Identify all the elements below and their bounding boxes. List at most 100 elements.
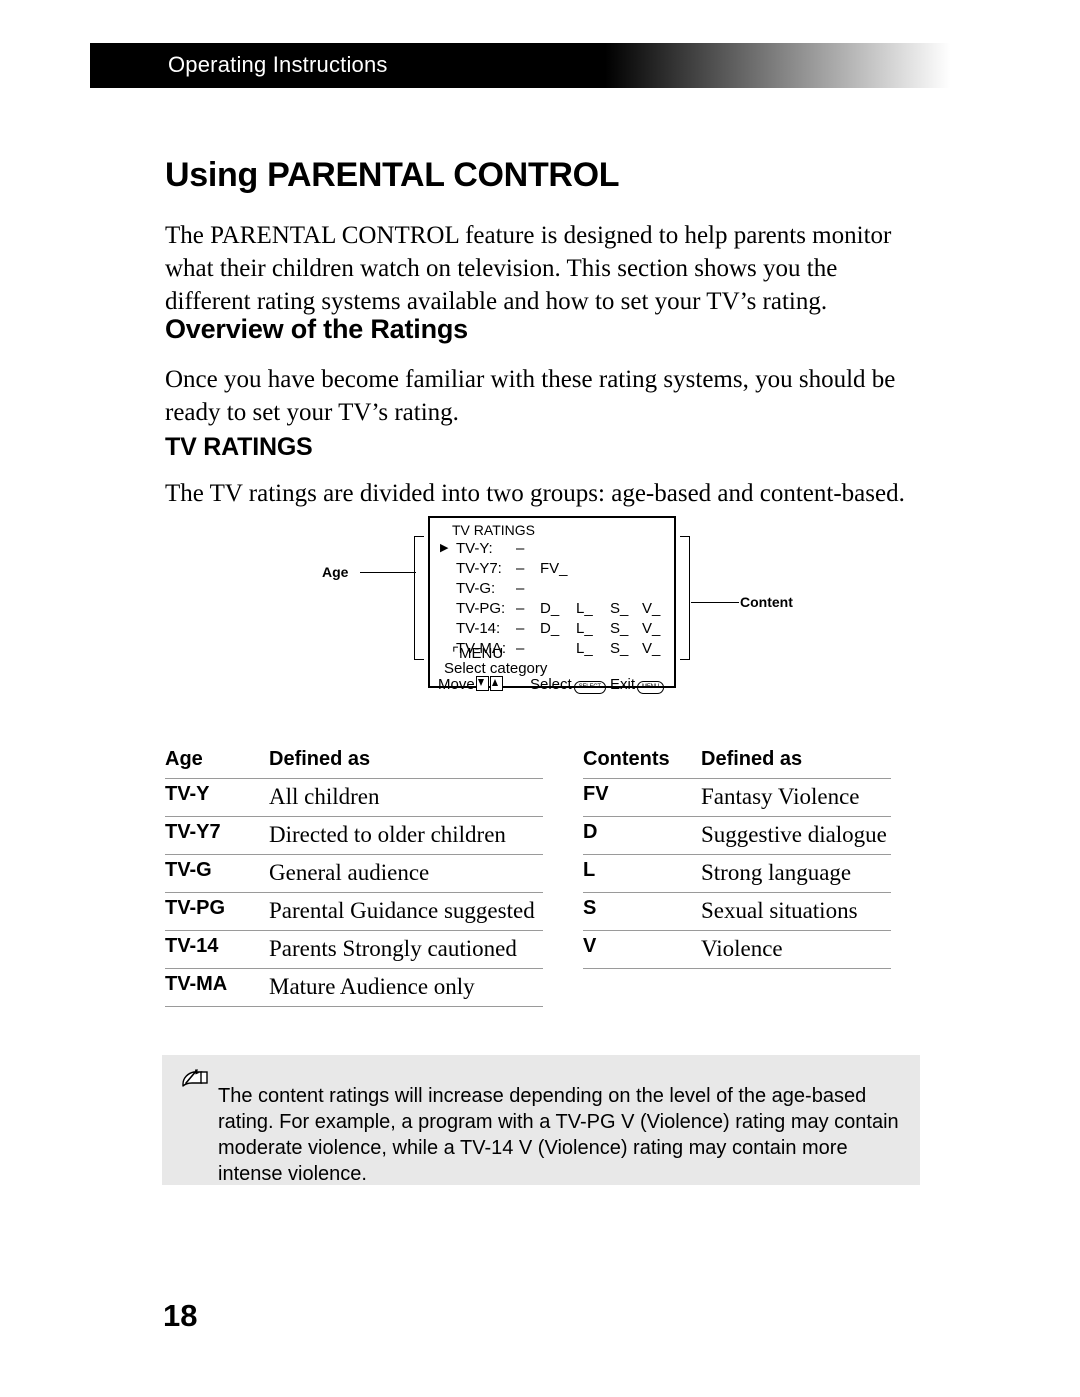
osd-rating-label: TV-PG: (456, 600, 506, 617)
running-head-text: Operating Instructions (168, 52, 388, 77)
menu-button-icon: MENU (637, 681, 664, 694)
contents-ratings-table: Contents Defined as FV Fantasy Violence D S… (583, 748, 891, 969)
rating-code-cell: TV-14 (165, 930, 269, 969)
osd-button-hints: Move Select SELECT Exit MENU (438, 676, 678, 694)
table-row: TV-PG Parental Guidance suggested (165, 892, 543, 931)
osd-rating-label: TV-Y7: (456, 560, 502, 577)
rating-code-cell: D (583, 816, 701, 855)
table-row: TV-Y7 Directed to older children (165, 816, 543, 855)
rating-code-cell: TV-MA (165, 968, 269, 1007)
osd-content-l[interactable]: L_ (576, 600, 593, 617)
diagram-content-bracket (680, 536, 690, 660)
table-row: TV-Y All children (165, 778, 543, 817)
diagram-content-label: Content (740, 594, 793, 610)
osd-rating-row[interactable]: TV-PG: – D_ L_ S_ V_ (430, 600, 678, 617)
osd-content-d[interactable]: D_ (540, 600, 559, 617)
osd-content-d[interactable]: D_ (540, 620, 559, 637)
page-title: Using PARENTAL CONTROL (165, 155, 620, 194)
age-definition-col-header: Defined as (269, 748, 543, 779)
osd-rating-row[interactable]: TV-Y7: – FV_ (430, 560, 678, 577)
rating-definition-cell: Directed to older children (269, 816, 543, 855)
note-pen-icon (180, 1067, 210, 1091)
osd-select-label: Select (530, 676, 572, 693)
table-row: V Violence (583, 930, 891, 969)
rating-definition-cell: All children (269, 778, 543, 817)
osd-title: TV RATINGS (452, 522, 535, 538)
rating-code-cell: TV-PG (165, 892, 269, 931)
table-row: D Suggestive dialogue (583, 816, 891, 855)
osd-exit-hint: Exit MENU (610, 676, 664, 694)
rating-code-cell: TV-G (165, 854, 269, 893)
osd-content-v[interactable]: V_ (642, 640, 660, 657)
osd-rating-label: TV-Y: (456, 540, 493, 557)
osd-rating-row[interactable]: ▶ TV-Y: – (430, 540, 678, 557)
diagram-age-leader-line (360, 572, 416, 573)
rating-definition-cell: General audience (269, 854, 543, 893)
diagram-content-leader-line (691, 602, 739, 603)
rating-definition-cell: Suggestive dialogue (701, 816, 891, 855)
osd-select-category-hint: Select category (444, 660, 548, 677)
table-row: TV-MA Mature Audience only (165, 968, 543, 1007)
contents-definition-col-header: Defined as (701, 748, 891, 779)
rating-definition-cell: Mature Audience only (269, 968, 543, 1007)
arrow-down-icon (475, 676, 489, 691)
osd-content-s[interactable]: S_ (610, 640, 628, 657)
diagram-age-bracket (414, 536, 424, 660)
osd-rating-state[interactable]: – (516, 560, 524, 577)
overview-paragraph: Once you have become familiar with these… (165, 366, 896, 426)
select-button-icon: SELECT (573, 681, 606, 694)
osd-rating-label: TV-G: (456, 580, 496, 597)
rating-code-cell: L (583, 854, 701, 893)
osd-content-s[interactable]: S_ (610, 620, 628, 637)
osd-rating-state[interactable]: – (516, 600, 524, 617)
tv-ratings-osd-diagram: Age Content TV RATINGS ▶ TV-Y: – TV-Y7: – FV_… (310, 508, 830, 703)
osd-rating-state[interactable]: – (516, 540, 524, 557)
heading-tv-ratings: TV RATINGS (165, 433, 313, 461)
osd-rating-state[interactable]: – (516, 620, 524, 637)
rating-definition-cell: Parental Guidance suggested (269, 892, 543, 931)
osd-select-hint: Select SELECT (530, 676, 606, 694)
arrow-up-icon (489, 676, 503, 691)
note-text: The content ratings will increase depend… (218, 1085, 899, 1185)
osd-move-hint: Move (438, 676, 503, 693)
rating-code-cell: FV (583, 778, 701, 817)
table-row: TV-G General audience (165, 854, 543, 893)
rating-code-cell: S (583, 892, 701, 931)
intro-paragraph: The PARENTAL CONTROL feature is designed… (165, 222, 892, 315)
heading-overview-of-the-ratings: Overview of the Ratings (165, 314, 468, 345)
osd-content-v[interactable]: V_ (642, 620, 660, 637)
osd-content-l[interactable]: L_ (576, 640, 593, 657)
rating-code-cell: TV-Y7 (165, 816, 269, 855)
rating-definition-cell: Violence (701, 930, 891, 969)
tv-ratings-paragraph: The TV ratings are divided into two grou… (165, 480, 905, 507)
osd-content-fv[interactable]: FV_ (540, 560, 568, 577)
diagram-age-label: Age (322, 564, 349, 580)
osd-cursor-icon: ▶ (440, 542, 449, 554)
osd-rating-state[interactable]: – (516, 640, 524, 657)
osd-content-s[interactable]: S_ (610, 600, 628, 617)
osd-rating-state[interactable]: – (516, 580, 524, 597)
osd-rating-row[interactable]: TV-G: – (430, 580, 678, 597)
rating-definition-cell: Parents Strongly cautioned (269, 930, 543, 969)
table-row: FV Fantasy Violence (583, 778, 891, 817)
table-row: S Sexual situations (583, 892, 891, 931)
osd-content-v[interactable]: V_ (642, 600, 660, 617)
table-header-row: Contents Defined as (583, 748, 891, 779)
osd-exit-label: Exit (610, 676, 636, 693)
rating-code-cell: V (583, 930, 701, 969)
rating-definition-cell: Sexual situations (701, 892, 891, 931)
osd-rating-row[interactable]: TV-14: – D_ L_ S_ V_ (430, 620, 678, 637)
osd-move-label: Move (438, 676, 475, 693)
contents-col-header: Contents (583, 748, 701, 779)
osd-rating-label: TV-14: (456, 620, 501, 637)
age-ratings-table: Age Defined as TV-Y All children TV-Y7 Dire… (165, 748, 543, 1007)
osd-content-l[interactable]: L_ (576, 620, 593, 637)
rating-definition-cell: Fantasy Violence (701, 778, 891, 817)
rating-definition-cell: Strong language (701, 854, 891, 893)
table-row: L Strong language (583, 854, 891, 893)
tv-screen-box: TV RATINGS ▶ TV-Y: – TV-Y7: – FV_ TV-G: – TV-PG:… (428, 516, 678, 694)
table-row: TV-14 Parents Strongly cautioned (165, 930, 543, 969)
age-col-header: Age (165, 748, 269, 779)
note-callout-box: The content ratings will increase depend… (162, 1055, 920, 1185)
table-header-row: Age Defined as (165, 748, 543, 779)
